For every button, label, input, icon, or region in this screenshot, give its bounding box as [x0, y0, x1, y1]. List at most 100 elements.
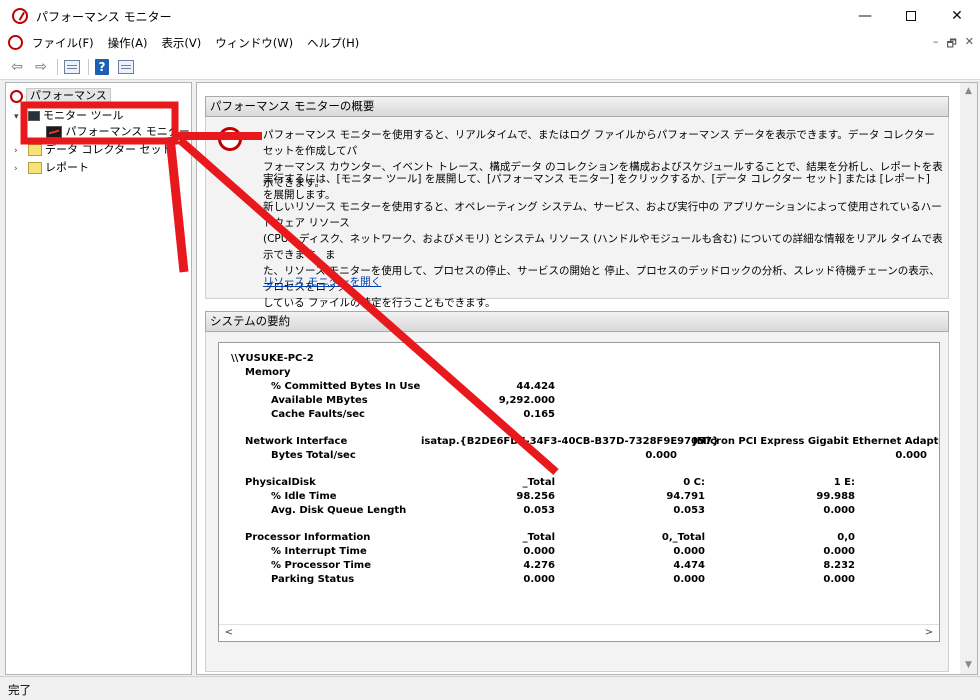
help-button[interactable]: ?: [95, 59, 109, 75]
counter-label: Avg. Disk Queue Length: [271, 505, 407, 516]
tree-item-monitor-tools[interactable]: ▾ モニター ツール: [14, 107, 124, 123]
memory-title: Memory: [245, 367, 291, 378]
menu-bar: ファイル(F) 操作(A) 表示(V) ウィンドウ(W) ヘルプ(H) – 🗗 …: [0, 32, 980, 54]
vertical-scrollbar[interactable]: ▲ ▼: [960, 83, 977, 674]
counter-label: % Committed Bytes In Use: [271, 381, 421, 392]
toolbar-separator: [88, 59, 89, 75]
counter-value: 0.000: [523, 574, 555, 585]
system-menu-icon[interactable]: [8, 35, 23, 50]
result-pane: パフォーマンス モニターの概要 パフォーマンス モニターを使用すると、リアルタイ…: [196, 82, 978, 675]
forward-button[interactable]: ⇨: [32, 58, 50, 76]
close-button[interactable]: ✕: [934, 0, 980, 32]
paragraph-line: 新しいリソース モニターを使用すると、オペレーティング システム、サービス、およ…: [263, 201, 942, 229]
status-text: 完了: [8, 683, 31, 697]
perfmon-app-icon: [12, 8, 28, 24]
title-bar[interactable]: パフォーマンス モニター — ✕: [0, 0, 980, 32]
tree-item-label: レポート: [45, 161, 89, 174]
counter-value: 0.000: [645, 450, 677, 461]
chevron-right-icon[interactable]: ›: [14, 146, 24, 156]
counter-label: Available MBytes: [271, 395, 368, 406]
host-name: \\YUSUKE-PC-2: [231, 353, 314, 364]
menu-help[interactable]: ヘルプ(H): [307, 35, 359, 51]
chevron-right-icon[interactable]: ›: [14, 164, 24, 174]
counter-value: 0.000: [823, 505, 855, 516]
maximize-button[interactable]: [888, 0, 934, 32]
monitor-tools-icon: [27, 111, 40, 121]
counter-value: 99.988: [816, 491, 855, 502]
instance-header: _Total: [522, 532, 555, 543]
reports-icon: [27, 162, 42, 174]
counter-value: 0.165: [523, 409, 555, 420]
instance-header: 0 C:: [683, 477, 705, 488]
network-title: Network Interface: [245, 436, 348, 447]
scroll-left-button[interactable]: <: [221, 625, 237, 641]
perfmon-window: パフォーマンス モニター — ✕ ファイル(F) 操作(A) 表示(V) ウィン…: [0, 0, 980, 700]
show-hide-action-pane-button[interactable]: [118, 60, 134, 74]
tree-item-label: データ コレクター セット: [45, 143, 173, 156]
tree-item-label: パフォーマンス モニター: [65, 125, 190, 138]
scroll-down-button[interactable]: ▼: [960, 657, 977, 674]
minimize-button[interactable]: —: [842, 0, 888, 32]
overview-header: パフォーマンス モニターの概要: [205, 96, 949, 117]
counter-value: 0.053: [523, 505, 555, 516]
mdi-close-button[interactable]: ✕: [965, 35, 974, 54]
toolbar: ⇦ ⇨ ?: [0, 54, 980, 80]
counter-label: % Interrupt Time: [271, 546, 367, 557]
counter-value: 9,292.000: [498, 395, 555, 406]
counter-value: 98.256: [516, 491, 555, 502]
menu-items: ファイル(F) 操作(A) 表示(V) ウィンドウ(W) ヘルプ(H): [32, 35, 359, 51]
counter-label: % Processor Time: [271, 560, 371, 571]
tree-item-performance-monitor[interactable]: パフォーマンス モニター: [46, 123, 190, 139]
mdi-restore-button[interactable]: 🗗: [946, 35, 956, 54]
system-summary-view[interactable]: \\YUSUKE-PC-2 Memory % Committed Bytes I…: [218, 342, 940, 642]
show-hide-console-tree-button[interactable]: [64, 60, 80, 74]
menu-window[interactable]: ウィンドウ(W): [215, 35, 293, 51]
paragraph-line: (CPU、ディスク、ネットワーク、およびメモリ) とシステム リソース (ハンド…: [263, 233, 943, 261]
scroll-right-button[interactable]: >: [921, 625, 937, 641]
counter-value: 44.424: [516, 381, 555, 392]
counter-value: 4.276: [523, 560, 555, 571]
horizontal-scrollbar[interactable]: < >: [219, 624, 939, 641]
scroll-up-button[interactable]: ▲: [960, 83, 977, 100]
counter-label: Parking Status: [271, 574, 355, 585]
overview-body: パフォーマンス モニターを使用すると、リアルタイムで、またはログ ファイルからパ…: [205, 117, 949, 309]
tree-item-reports[interactable]: › レポート: [14, 159, 89, 175]
open-resource-monitor-link[interactable]: リソース モニターを開く: [263, 274, 381, 289]
instance-header: 0,0: [837, 532, 855, 543]
tree-item-data-collector-sets[interactable]: › データ コレクター セット: [14, 141, 173, 157]
maximize-icon: [906, 11, 916, 21]
menu-file[interactable]: ファイル(F): [32, 35, 94, 51]
tree-item-label: モニター ツール: [43, 109, 124, 122]
counter-value: 4.474: [673, 560, 705, 571]
mdi-controls: – 🗗 ✕: [933, 35, 974, 54]
counter-value: 0.000: [823, 546, 855, 557]
toolbar-separator: [57, 59, 58, 75]
counter-label: Cache Faults/sec: [271, 409, 365, 420]
instance-header: 0,_Total: [661, 532, 705, 543]
counter-value: 0.000: [673, 546, 705, 557]
overview-paragraph-3: 新しいリソース モニターを使用すると、オペレーティング システム、サービス、およ…: [263, 199, 943, 311]
counter-label: Bytes Total/sec: [271, 450, 356, 461]
tree-item-performance[interactable]: パフォーマンス: [10, 87, 111, 103]
back-button[interactable]: ⇦: [8, 58, 26, 76]
instance-header: isatap.{B2DE6FD7-34F3-40CB-B37D-7328F9E9…: [421, 436, 720, 447]
menu-view[interactable]: 表示(V): [161, 35, 201, 51]
instance-header: 1 E:: [833, 477, 855, 488]
data-collector-icon: [27, 144, 42, 156]
console-tree: パフォーマンス ▾ モニター ツール パフォーマンス モニター › データ コレ…: [5, 82, 192, 675]
counter-value: 0.000: [895, 450, 927, 461]
paragraph-line: している ファイルの特定を行うこともできます。: [263, 297, 496, 309]
tree-item-label: パフォーマンス: [26, 88, 111, 103]
chevron-down-icon[interactable]: ▾: [14, 112, 24, 122]
mdi-minimize-button[interactable]: –: [933, 35, 939, 54]
physical-disk-title: PhysicalDisk: [245, 477, 316, 488]
performance-icon: [10, 89, 23, 103]
menu-action[interactable]: 操作(A): [108, 35, 148, 51]
instance-header: _Total: [522, 477, 555, 488]
status-bar: 完了: [0, 676, 980, 700]
system-summary-body: \\YUSUKE-PC-2 Memory % Committed Bytes I…: [205, 332, 949, 672]
processor-title: Processor Information: [245, 532, 371, 543]
instance-header: JMicron PCI Express Gigabit Ethernet Ada…: [693, 436, 940, 447]
performance-monitor-icon: [46, 126, 62, 138]
performance-monitor-logo-icon: [218, 127, 242, 151]
